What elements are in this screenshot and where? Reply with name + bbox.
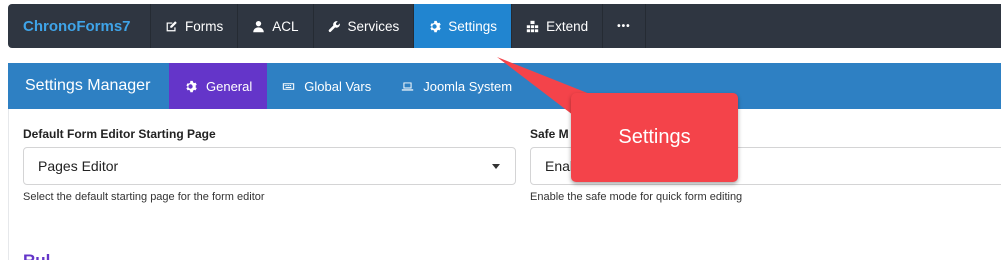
settings-callout: Settings [571,93,738,182]
callout-text: Settings [618,126,691,148]
callout-pointer [497,57,600,128]
